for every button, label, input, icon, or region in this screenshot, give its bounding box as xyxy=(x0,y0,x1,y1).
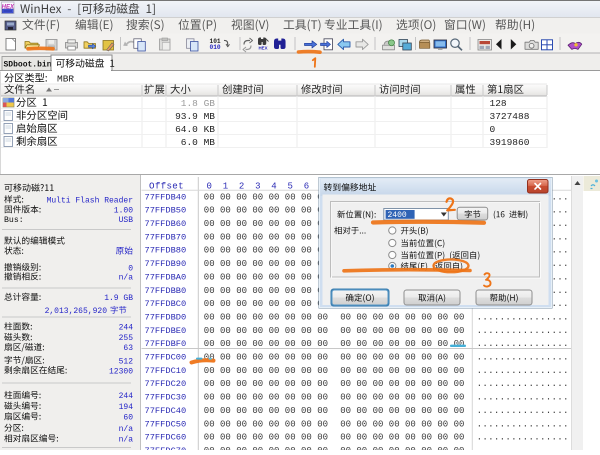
svg-text:93.9 MB: 93.9 MB xyxy=(175,111,215,122)
svg-text:................: ................ xyxy=(477,445,569,450)
svg-text:64.0 KB: 64.0 KB xyxy=(175,124,215,135)
svg-text:00 00 00 00 00 00 00 00: 00 00 00 00 00 00 00 00 xyxy=(204,299,328,309)
svg-text:244: 244 xyxy=(119,392,134,401)
svg-text:77FFDC10: 77FFDC10 xyxy=(145,366,187,376)
svg-text:77FFDBA0: 77FFDBA0 xyxy=(145,272,187,282)
svg-text:00 00 00 00 00 00 00 00: 00 00 00 00 00 00 00 00 xyxy=(204,206,328,216)
svg-text:128: 128 xyxy=(490,98,507,109)
svg-text:1.9 GB: 1.9 GB xyxy=(104,294,133,303)
svg-text:MBR: MBR xyxy=(57,74,74,85)
svg-text:00 00 00 00 00 00 00 00: 00 00 00 00 00 00 00 00 xyxy=(204,433,328,443)
svg-text:00 00 00 00 00 00 00 00: 00 00 00 00 00 00 00 00 xyxy=(204,406,328,416)
svg-text:77FFDB70: 77FFDB70 xyxy=(145,232,187,242)
svg-text:00 00 00 00 00 00 00 00: 00 00 00 00 00 00 00 00 xyxy=(204,379,328,389)
svg-text:00 00 00 00 00 00 00 00: 00 00 00 00 00 00 00 00 xyxy=(204,246,328,256)
svg-text:USB: USB xyxy=(119,216,134,225)
svg-text:00 00 00 00 00 00 00 00: 00 00 00 00 00 00 00 00 xyxy=(340,406,464,416)
svg-text:................: ................ xyxy=(477,338,569,349)
svg-text:n/a: n/a xyxy=(119,425,134,434)
svg-text:Multi Flash Reader: Multi Flash Reader xyxy=(47,197,134,206)
svg-text:77FFDC70: 77FFDC70 xyxy=(145,446,187,450)
svg-text:77FFDC40: 77FFDC40 xyxy=(145,406,187,416)
svg-text:00 00 00 00 00 00 00 00: 00 00 00 00 00 00 00 00 xyxy=(204,326,328,336)
svg-text:0: 0 xyxy=(490,124,496,135)
svg-text:00 00 00 00 00 00 00 00: 00 00 00 00 00 00 00 00 xyxy=(340,326,464,336)
svg-text:77FFDBE0: 77FFDBE0 xyxy=(145,326,187,336)
svg-text:12300: 12300 xyxy=(109,367,133,376)
svg-text:1.8 GB: 1.8 GB xyxy=(181,98,216,109)
svg-text:................: ................ xyxy=(477,365,569,376)
svg-text:6.0 MB: 6.0 MB xyxy=(181,137,216,148)
svg-text:00 00 00 00 00 00 00 00: 00 00 00 00 00 00 00 00 xyxy=(340,339,464,349)
svg-text:77FFDB90: 77FFDB90 xyxy=(145,259,187,269)
svg-text:512: 512 xyxy=(119,357,134,366)
svg-text:Offset: Offset xyxy=(149,180,184,191)
svg-text:00 00 00 00 00 00 00 00: 00 00 00 00 00 00 00 00 xyxy=(204,219,328,229)
svg-text:00 00 00 00 00 00 00 00: 00 00 00 00 00 00 00 00 xyxy=(204,192,328,202)
svg-text:77FFDB40: 77FFDB40 xyxy=(145,192,187,202)
svg-text:010: 010 xyxy=(210,44,221,51)
svg-text:00 00 00 00 00 00 00 00: 00 00 00 00 00 00 00 00 xyxy=(204,446,328,450)
svg-text:HEX: HEX xyxy=(258,46,267,51)
svg-text:00 00 00 00 00 00 00 00: 00 00 00 00 00 00 00 00 xyxy=(204,259,328,269)
svg-text:77FFDB50: 77FFDB50 xyxy=(145,206,187,216)
svg-text:77FFDB60: 77FFDB60 xyxy=(145,219,187,229)
svg-text:00 00 00 00 00 00 00 00: 00 00 00 00 00 00 00 00 xyxy=(204,272,328,282)
svg-text:................: ................ xyxy=(477,392,569,403)
svg-text:................: ................ xyxy=(477,418,569,429)
svg-text:77FFDC20: 77FFDC20 xyxy=(145,379,187,389)
svg-text:................: ................ xyxy=(477,378,569,389)
svg-text:77FFDC00: 77FFDC00 xyxy=(145,353,187,363)
svg-text:60: 60 xyxy=(123,414,133,423)
svg-text:00 00 00 00 00 00 00 00: 00 00 00 00 00 00 00 00 xyxy=(204,419,328,429)
svg-text:194: 194 xyxy=(119,403,134,412)
svg-text:1.00: 1.00 xyxy=(114,207,133,216)
svg-text:00 00 00 00 00 00 00 00: 00 00 00 00 00 00 00 00 xyxy=(340,379,464,389)
svg-text:77FFDC30: 77FFDC30 xyxy=(145,393,187,403)
svg-text:2400: 2400 xyxy=(388,211,407,220)
svg-text:00 00 00 00 00 00 00 00: 00 00 00 00 00 00 00 00 xyxy=(204,286,328,296)
svg-text:00 00 00 00 00 00 00 00: 00 00 00 00 00 00 00 00 xyxy=(340,393,464,403)
svg-text:255: 255 xyxy=(119,334,134,343)
svg-text:00 00 00 00 00 00 00 00: 00 00 00 00 00 00 00 00 xyxy=(340,433,464,443)
svg-text:77FFDBC0: 77FFDBC0 xyxy=(145,299,187,309)
svg-text:2,013,265,920: 2,013,265,920 xyxy=(45,307,108,316)
svg-text:00 00 00 00 00 00 00 00: 00 00 00 00 00 00 00 00 xyxy=(204,312,328,322)
svg-text:244: 244 xyxy=(119,324,134,333)
svg-text:0: 0 xyxy=(128,264,133,273)
svg-text:00 00 00 00 00 00 00 00: 00 00 00 00 00 00 00 00 xyxy=(204,366,328,376)
svg-text:77FFDC60: 77FFDC60 xyxy=(145,433,187,443)
svg-text:77FFDBD0: 77FFDBD0 xyxy=(145,312,187,322)
svg-text:00 00 00 00 00 00 00 00: 00 00 00 00 00 00 00 00 xyxy=(340,419,464,429)
svg-text:SDboot.bin: SDboot.bin xyxy=(4,60,52,69)
svg-text:00 00 00 00 00 00 00 00: 00 00 00 00 00 00 00 00 xyxy=(340,366,464,376)
svg-text:3727488: 3727488 xyxy=(490,111,530,122)
svg-text:00 00 00 00 00 00 00 00: 00 00 00 00 00 00 00 00 xyxy=(340,446,464,450)
svg-text:................: ................ xyxy=(477,352,569,363)
svg-text:................: ................ xyxy=(477,325,569,336)
svg-text:3919860: 3919860 xyxy=(490,137,530,148)
svg-text:77FFDBB0: 77FFDBB0 xyxy=(145,286,187,296)
svg-text:n/a: n/a xyxy=(119,274,134,283)
svg-text:00 00 00 00 00 00 00 00: 00 00 00 00 00 00 00 00 xyxy=(204,353,328,363)
svg-text:................: ................ xyxy=(477,311,569,322)
svg-text:00 00 00 00 00 00 00 00: 00 00 00 00 00 00 00 00 xyxy=(204,393,328,403)
svg-text:................: ................ xyxy=(477,405,569,416)
svg-text:Bus:: Bus: xyxy=(4,216,24,225)
svg-text:00 00 00 00 00 00 00 00: 00 00 00 00 00 00 00 00 xyxy=(340,312,464,322)
svg-text:77FFDC50: 77FFDC50 xyxy=(145,419,187,429)
svg-text:77FFDBF0: 77FFDBF0 xyxy=(145,339,187,349)
svg-text:00 00 00 00 00 00 00 00: 00 00 00 00 00 00 00 00 xyxy=(204,232,328,242)
svg-text:................: ................ xyxy=(477,432,569,443)
svg-text:63: 63 xyxy=(123,344,133,353)
svg-text:00 00 00 00 00 00 00 00: 00 00 00 00 00 00 00 00 xyxy=(204,339,328,349)
svg-text:77FFDB80: 77FFDB80 xyxy=(145,246,187,256)
svg-text:00 00 00 00 00 00 00 00: 00 00 00 00 00 00 00 00 xyxy=(340,353,464,363)
svg-text:n/a: n/a xyxy=(119,436,134,445)
